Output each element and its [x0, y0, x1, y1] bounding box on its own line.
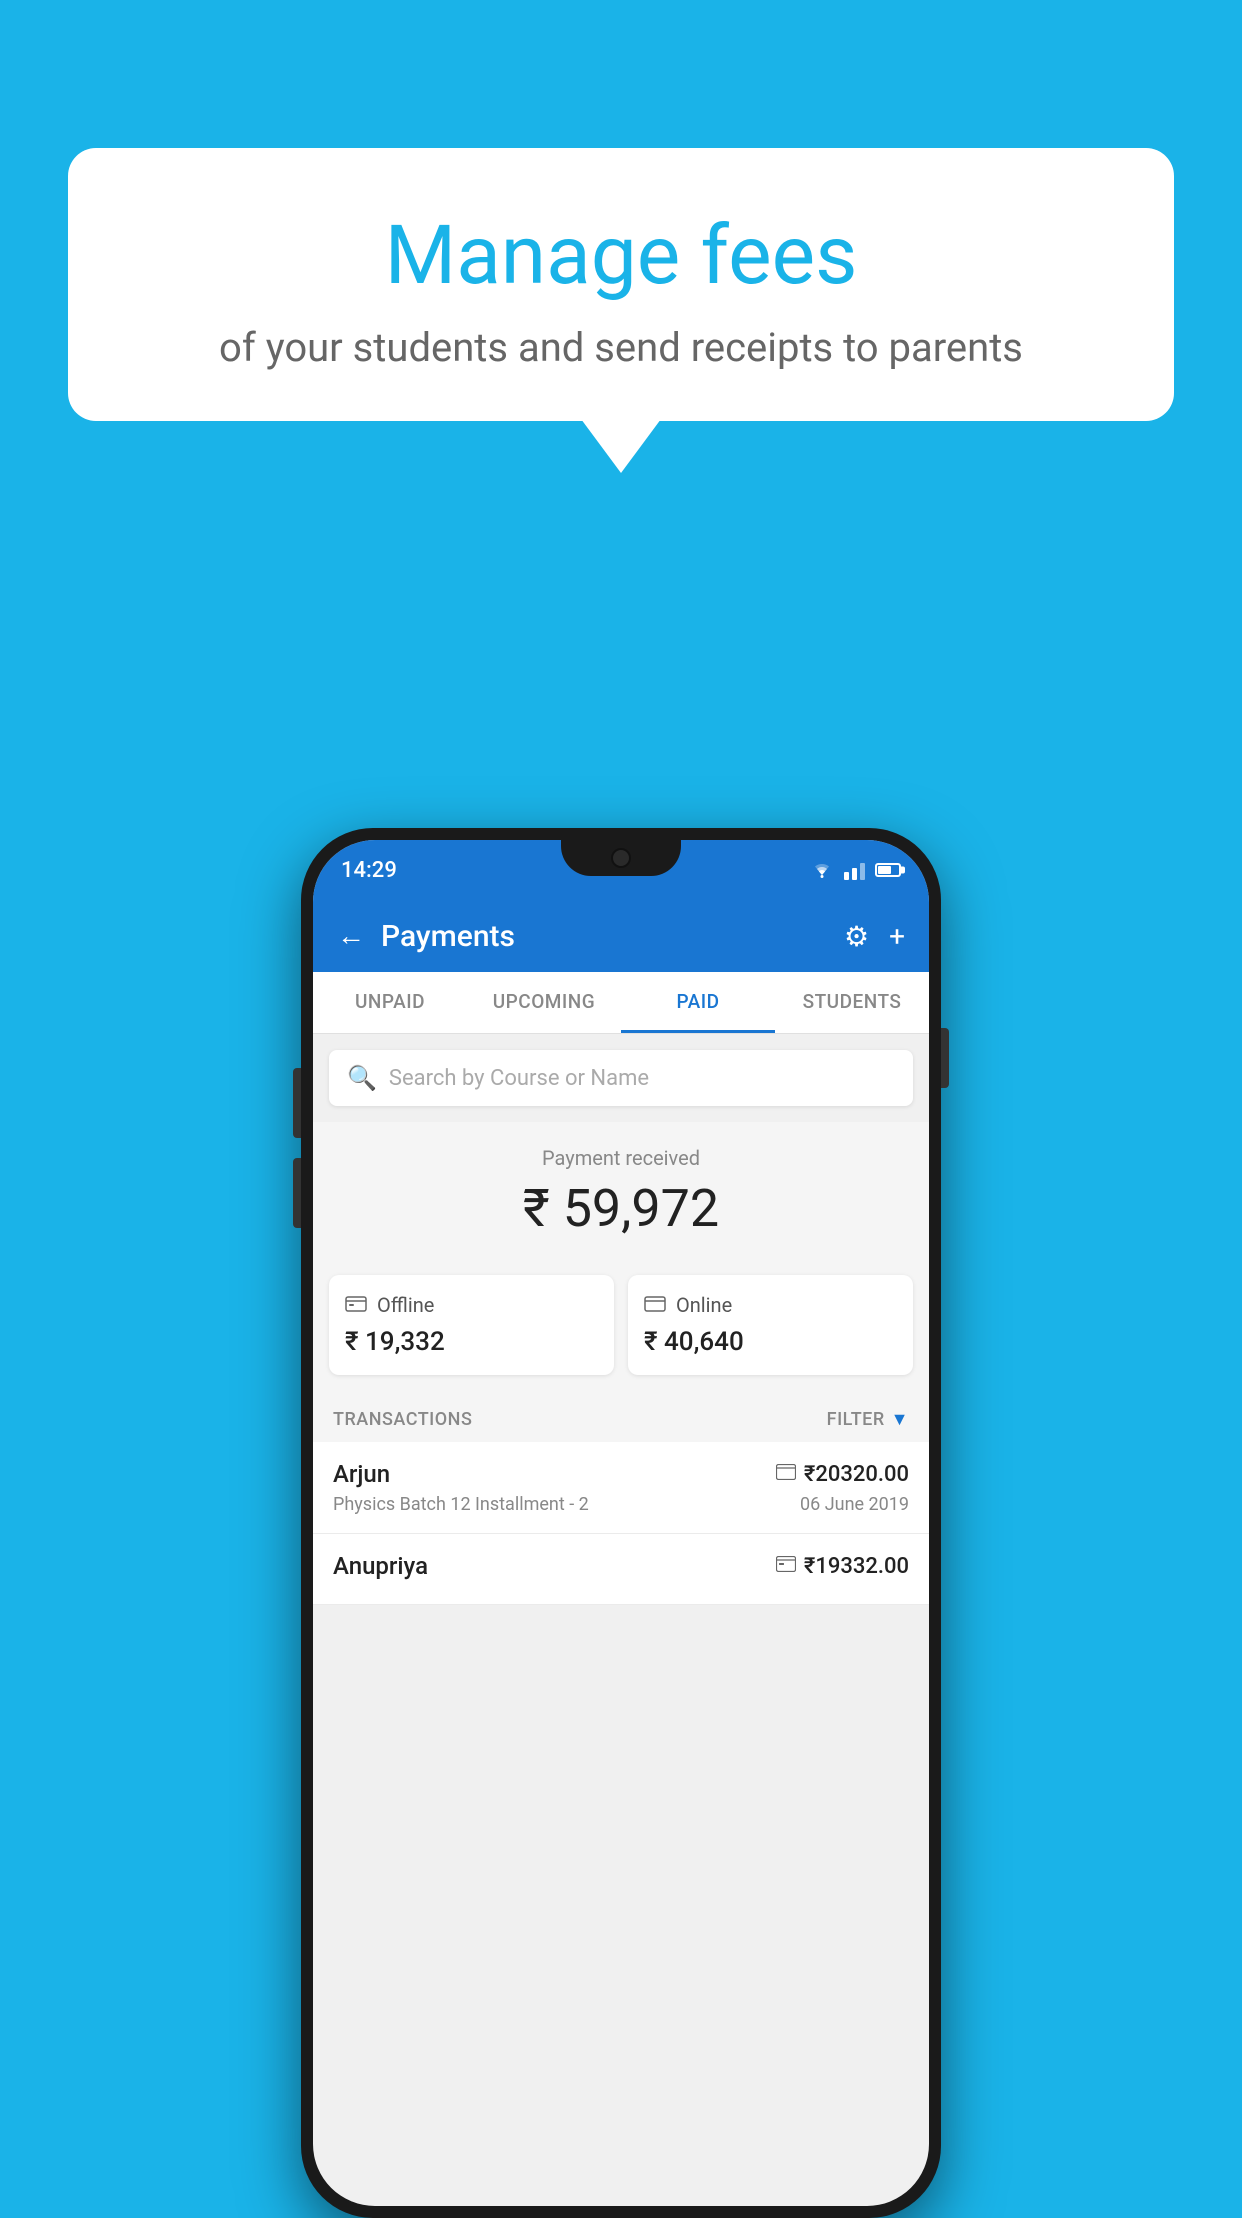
offline-amount: ₹ 19,332 — [345, 1327, 598, 1357]
transaction-amount: ₹20320.00 — [804, 1462, 909, 1487]
speech-bubble-subtitle: of your students and send receipts to pa… — [108, 324, 1134, 371]
search-icon: 🔍 — [347, 1064, 377, 1092]
settings-button[interactable]: ⚙ — [844, 920, 869, 953]
student-name: Anupriya — [333, 1552, 428, 1580]
wifi-icon — [810, 861, 834, 879]
volume-down-button — [293, 1158, 301, 1228]
phone-notch — [561, 840, 681, 876]
transaction-date: 06 June 2019 — [800, 1494, 909, 1515]
status-bar: 14:29 — [313, 840, 929, 900]
transactions-header: TRANSACTIONS FILTER ▼ — [313, 1391, 929, 1442]
back-button[interactable]: ← — [337, 922, 365, 950]
student-name: Arjun — [333, 1460, 390, 1488]
offline-type: Offline — [377, 1293, 434, 1317]
status-time: 14:29 — [341, 858, 397, 883]
transaction-amount: ₹19332.00 — [804, 1554, 909, 1579]
offline-card: Offline ₹ 19,332 — [329, 1275, 614, 1375]
transactions-label: TRANSACTIONS — [333, 1409, 472, 1430]
power-button — [941, 1028, 949, 1088]
course-info: Physics Batch 12 Installment - 2 — [333, 1494, 589, 1515]
tab-unpaid[interactable]: UNPAID — [313, 972, 467, 1033]
filter-icon: ▼ — [891, 1409, 909, 1430]
add-button[interactable]: + — [889, 920, 905, 953]
signal-bars — [844, 860, 865, 880]
online-card: Online ₹ 40,640 — [628, 1275, 913, 1375]
speech-bubble-title: Manage fees — [108, 208, 1134, 304]
speech-bubble: Manage fees of your students and send re… — [68, 148, 1174, 421]
transactions-list: Arjun ₹20320.00 Physics Batch 12 Install… — [313, 1442, 929, 1605]
transaction-item[interactable]: Arjun ₹20320.00 Physics Batch 12 Install… — [313, 1442, 929, 1534]
payment-summary: Payment received ₹ 59,972 — [313, 1122, 929, 1259]
filter-button[interactable]: FILTER ▼ — [827, 1409, 909, 1430]
payment-total-amount: ₹ 59,972 — [329, 1178, 913, 1239]
cash-payment-icon — [776, 1556, 796, 1577]
page-title: Payments — [381, 919, 515, 954]
phone-screen: 14:29 ← — [313, 840, 929, 2206]
card-payment-icon — [776, 1464, 796, 1485]
tab-students[interactable]: STUDENTS — [775, 972, 929, 1033]
battery-icon — [875, 863, 901, 877]
online-amount: ₹ 40,640 — [644, 1327, 897, 1357]
tabs-bar: UNPAID UPCOMING PAID STUDENTS — [313, 972, 929, 1034]
volume-up-button — [293, 1068, 301, 1138]
phone-frame: 14:29 ← — [301, 828, 941, 2218]
status-icons — [810, 860, 901, 880]
offline-icon — [345, 1293, 367, 1317]
search-placeholder-text: Search by Course or Name — [389, 1066, 649, 1091]
app-header: ← Payments ⚙ + — [313, 900, 929, 972]
tab-paid[interactable]: PAID — [621, 972, 775, 1033]
search-bar[interactable]: 🔍 Search by Course or Name — [329, 1050, 913, 1106]
transaction-item[interactable]: Anupriya ₹19332.00 — [313, 1534, 929, 1605]
online-type: Online — [676, 1293, 732, 1317]
camera — [611, 848, 631, 868]
payment-cards: Offline ₹ 19,332 Online ₹ 40,640 — [313, 1259, 929, 1391]
payment-label: Payment received — [329, 1146, 913, 1170]
tab-upcoming[interactable]: UPCOMING — [467, 972, 621, 1033]
online-icon — [644, 1293, 666, 1317]
